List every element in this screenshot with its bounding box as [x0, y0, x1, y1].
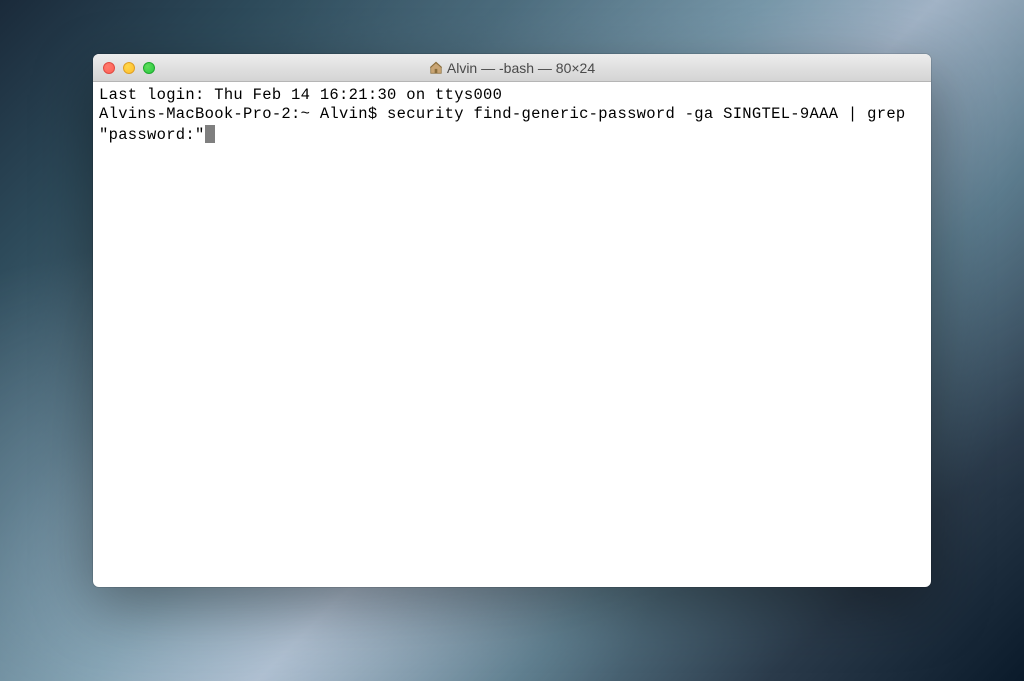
- last-login-line: Last login: Thu Feb 14 16:21:30 on ttys0…: [99, 86, 925, 105]
- traffic-lights: [93, 62, 155, 74]
- title-text: Alvin — -bash — 80×24: [447, 60, 595, 76]
- maximize-button[interactable]: [143, 62, 155, 74]
- close-button[interactable]: [103, 62, 115, 74]
- cursor: [205, 125, 215, 143]
- prompt: Alvins-MacBook-Pro-2:~ Alvin$: [99, 105, 387, 123]
- minimize-button[interactable]: [123, 62, 135, 74]
- window-title: Alvin — -bash — 80×24: [93, 60, 931, 76]
- terminal-content[interactable]: Last login: Thu Feb 14 16:21:30 on ttys0…: [93, 82, 931, 149]
- home-icon: [429, 61, 443, 75]
- titlebar[interactable]: Alvin — -bash — 80×24: [93, 54, 931, 82]
- terminal-window: Alvin — -bash — 80×24 Last login: Thu Fe…: [93, 54, 931, 587]
